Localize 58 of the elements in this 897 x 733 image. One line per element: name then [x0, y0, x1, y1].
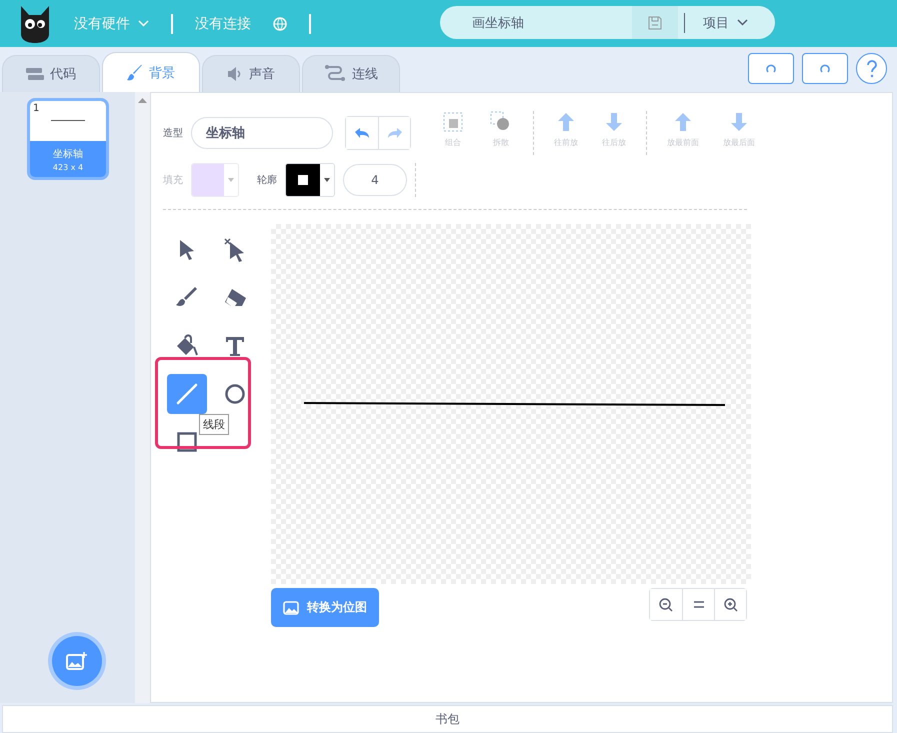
- question-mark-icon: [866, 60, 878, 78]
- ungroup-icon: [490, 111, 512, 133]
- add-backdrop-button[interactable]: [52, 636, 102, 686]
- line-tool-button[interactable]: [167, 374, 207, 414]
- hardware-menu[interactable]: 没有硬件: [74, 14, 149, 32]
- reshape-cursor-icon: [224, 238, 246, 262]
- connection-menu[interactable]: 没有连接: [195, 14, 251, 32]
- editor-tab[interactable]: 代码: [2, 55, 100, 92]
- redo-button[interactable]: [802, 53, 848, 84]
- project-title[interactable]: 画坐标轴: [472, 14, 632, 32]
- convert-to-bitmap-button[interactable]: 转换为位图: [271, 588, 379, 627]
- dropdown-caret-icon: [324, 178, 330, 182]
- backpack-label[interactable]: 书包: [436, 710, 460, 728]
- circle-tool-icon: [225, 384, 245, 404]
- rotate-right-icon: [819, 62, 831, 74]
- globe-icon[interactable]: [273, 16, 287, 30]
- undo-icon: [354, 127, 370, 139]
- group-icon: [442, 111, 464, 133]
- costume-label: 造型: [163, 126, 183, 140]
- outline-label: 轮廓: [257, 174, 277, 187]
- costume-card[interactable]: 1 坐标轴 423 x 4: [27, 98, 109, 180]
- undo-button[interactable]: [748, 53, 794, 84]
- project-menu[interactable]: 项目: [697, 12, 754, 32]
- eraser-icon: [223, 288, 247, 308]
- brush-icon: [127, 64, 143, 80]
- image-icon: [283, 600, 299, 614]
- zoom-in-button[interactable]: [714, 589, 746, 620]
- chevron-down-icon: [737, 19, 748, 26]
- brush-icon: [175, 287, 199, 309]
- help-button[interactable]: [856, 53, 887, 84]
- speaker-icon: [227, 67, 243, 81]
- save-icon[interactable]: [648, 16, 662, 30]
- scroll-up-icon[interactable]: [138, 98, 147, 103]
- line-tool-icon: [176, 383, 198, 405]
- outline-width-field[interactable]: 4: [343, 164, 407, 196]
- cat-logo-icon: [18, 4, 52, 44]
- editor-tab[interactable]: 连线: [302, 55, 400, 92]
- rotate-left-icon: [765, 62, 777, 74]
- arrow-cursor-icon: [178, 239, 196, 261]
- editor-tab[interactable]: 背景: [102, 52, 200, 92]
- equals-icon: [694, 601, 704, 608]
- redo-icon: [386, 127, 402, 139]
- rectangle-tool-icon: [177, 432, 197, 452]
- zoom-in-icon: [724, 598, 738, 612]
- blocks-icon: [26, 68, 44, 80]
- paint-bucket-icon: [175, 334, 199, 358]
- fill-color-picker[interactable]: [191, 163, 239, 197]
- text-tool-icon: [224, 335, 246, 357]
- zoom-out-icon: [659, 598, 673, 612]
- tooltip: 线段: [199, 414, 229, 435]
- dropdown-caret-icon: [228, 178, 234, 182]
- image-plus-icon: [66, 651, 88, 671]
- fill-label: 填充: [163, 174, 183, 187]
- line-thumbnail-icon: [51, 120, 85, 122]
- editor-tab[interactable]: 声音: [202, 55, 300, 92]
- costume-name-field[interactable]: 坐标轴: [191, 117, 333, 149]
- outline-color-picker[interactable]: [285, 163, 335, 197]
- chevron-down-icon: [138, 20, 149, 27]
